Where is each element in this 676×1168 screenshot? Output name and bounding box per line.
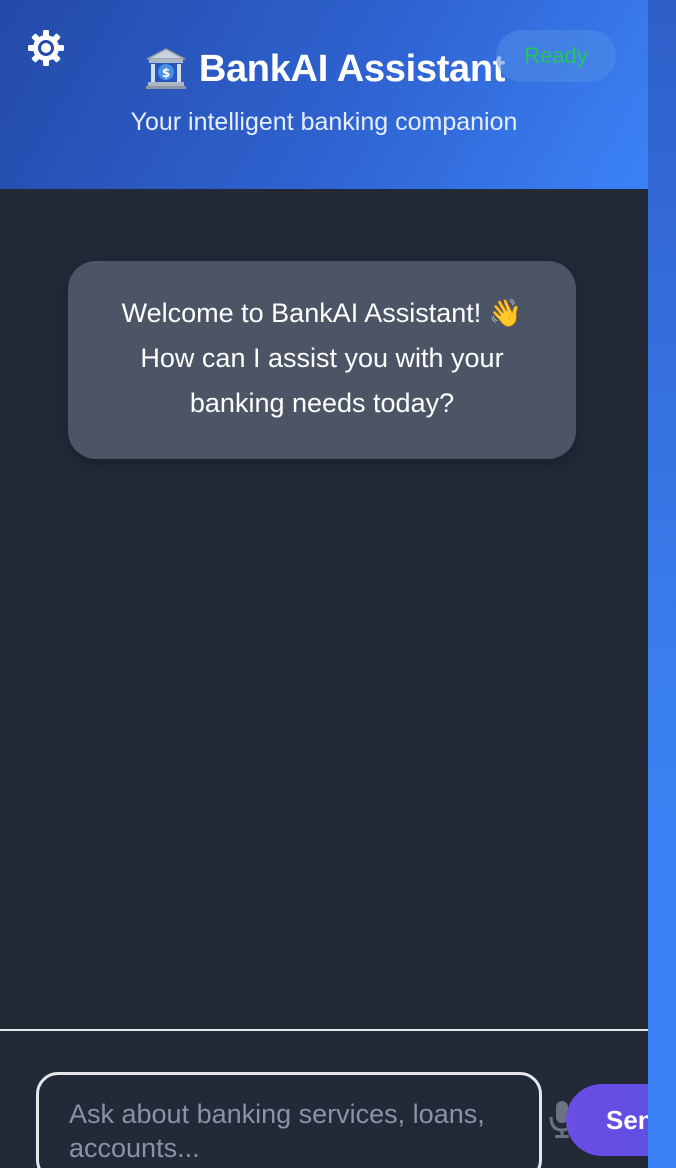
status-badge: Ready (496, 30, 616, 82)
bank-icon: $ (143, 46, 189, 92)
svg-text:$: $ (162, 66, 170, 80)
app-title: BankAI Assistant (198, 47, 506, 90)
chat-app: $ BankAI Assistant Your intelligent bank… (0, 0, 648, 1168)
send-button[interactable]: Send (566, 1084, 648, 1156)
message-composer: Send (0, 1031, 648, 1168)
message-input[interactable] (39, 1075, 539, 1168)
assistant-message: Welcome to BankAI Assistant! 👋 How can I… (68, 261, 576, 459)
app-subtitle: Your intelligent banking companion (130, 108, 518, 136)
chat-messages: Welcome to BankAI Assistant! 👋 How can I… (0, 189, 648, 1030)
app-header: $ BankAI Assistant Your intelligent bank… (0, 0, 648, 189)
message-input-frame (36, 1072, 542, 1168)
